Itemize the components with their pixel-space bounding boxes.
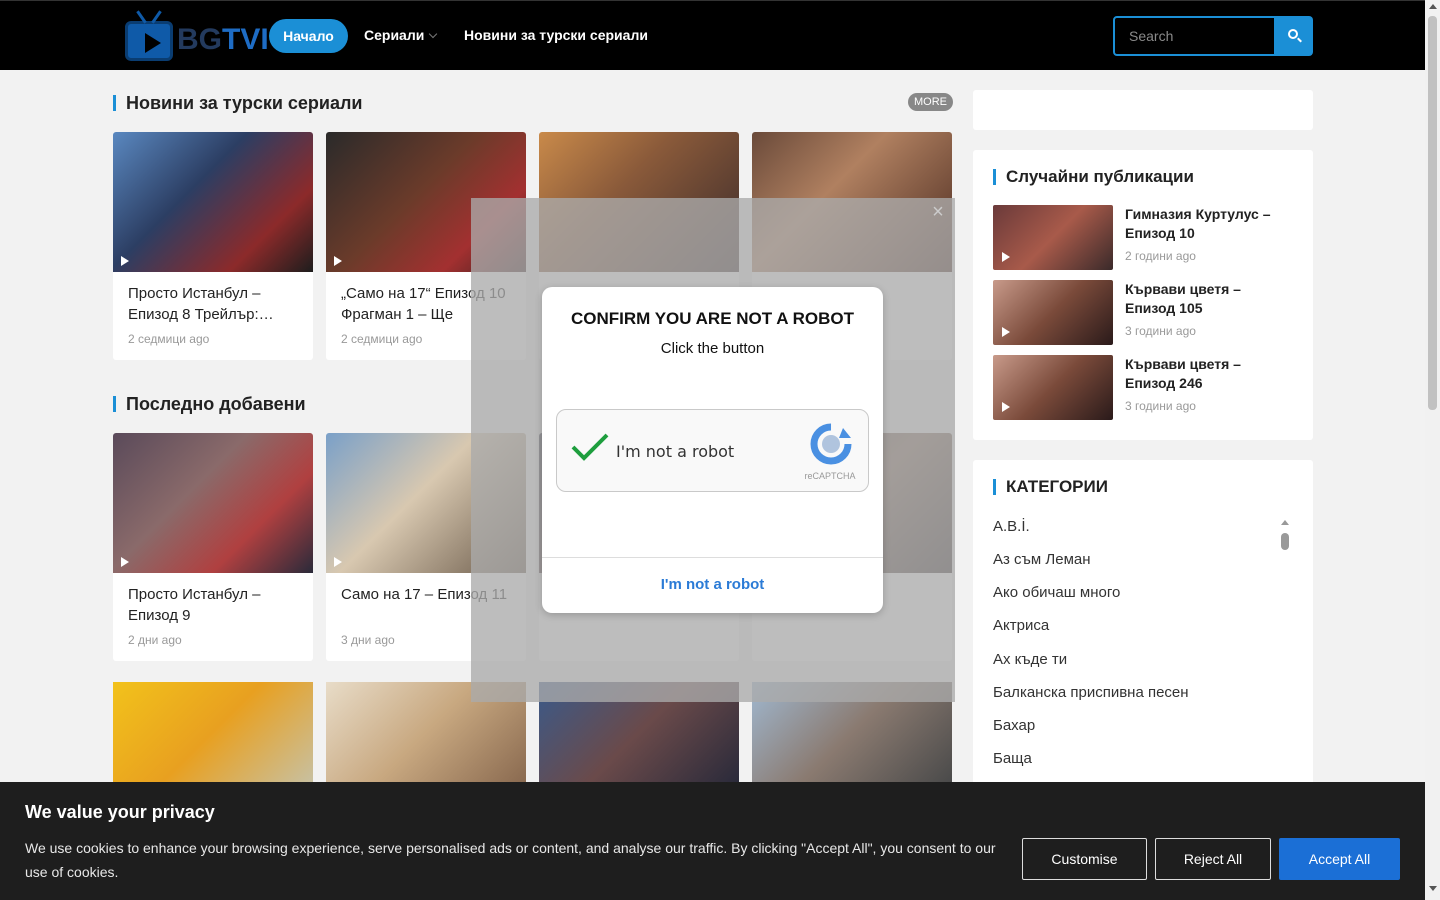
random-posts-widget: Случайни публикации Гимназия Куртулус – … <box>973 150 1313 440</box>
category-link[interactable]: A.B.İ. <box>993 518 1030 535</box>
nav-news-link[interactable]: Новини за турски сериали <box>464 27 648 43</box>
scroll-down-arrow[interactable] <box>1429 886 1437 891</box>
category-link[interactable]: Актриса <box>993 617 1049 634</box>
play-icon <box>1002 252 1010 262</box>
news-card[interactable]: Просто Истанбул – Епизод 8 Трейлър:… 2 с… <box>113 132 313 360</box>
card-date: 2 дни ago <box>128 633 182 647</box>
accept-all-button[interactable]: Accept All <box>1279 838 1400 880</box>
scroll-up-arrow[interactable] <box>1281 520 1289 525</box>
card-title: Просто Истанбул – Епизод 9 <box>128 586 261 624</box>
dialog-divider <box>542 557 883 558</box>
customise-button[interactable]: Customise <box>1022 838 1147 880</box>
dialog-title: CONFIRM YOU ARE NOT A ROBOT <box>570 309 854 328</box>
not-robot-button[interactable]: I'm not a robot <box>542 576 883 593</box>
cookie-banner: We value your privacy We use cookies to … <box>0 782 1425 900</box>
nav-serials-menu[interactable]: Сериали <box>364 27 438 43</box>
post-date: 2 години ago <box>1125 249 1196 263</box>
random-posts-title: Случайни публикации <box>993 168 1194 185</box>
categories-widget: КАТЕГОРИИ A.B.İ. Аз съм Леман Ако обичаш… <box>973 460 1313 790</box>
scrollbar-thumb[interactable] <box>1428 16 1437 410</box>
play-icon <box>121 557 129 567</box>
play-icon <box>121 256 129 266</box>
search-button[interactable] <box>1275 16 1313 56</box>
category-link[interactable]: Ако обичаш много <box>993 584 1120 601</box>
series-tile[interactable] <box>113 682 313 782</box>
post-date: 3 години ago <box>1125 324 1196 338</box>
post-date: 3 години ago <box>1125 399 1196 413</box>
recaptcha-label: I'm not a robot <box>616 442 735 461</box>
card-thumbnail <box>113 132 313 272</box>
search-icon-handle <box>1297 37 1302 43</box>
play-icon <box>334 557 342 567</box>
play-icon <box>145 33 161 53</box>
categories-title: КАТЕГОРИИ <box>993 478 1108 495</box>
categories-scrollbar[interactable] <box>1281 533 1289 550</box>
post-thumbnail <box>993 280 1113 345</box>
post-title: Гимназия Куртулус – Епизод 10 <box>1125 206 1271 241</box>
scroll-up-arrow[interactable] <box>1429 4 1437 9</box>
category-link[interactable]: Баща <box>993 750 1032 767</box>
search-input[interactable] <box>1113 16 1276 56</box>
chevron-down-icon <box>429 29 438 39</box>
reject-all-button[interactable]: Reject All <box>1155 838 1271 880</box>
recaptcha-widget[interactable]: I'm not a robot reCAPTCHA <box>556 409 869 492</box>
recaptcha-logo-icon <box>810 423 852 465</box>
play-icon <box>1002 402 1010 412</box>
site-logo[interactable]: BGTVI <box>123 9 269 65</box>
dialog-subtitle: Click the button <box>660 340 765 357</box>
checkmark-icon <box>571 433 609 461</box>
category-link[interactable]: Балканска приспивна песен <box>993 684 1189 701</box>
category-link[interactable]: Бахар <box>993 717 1035 734</box>
random-post-item[interactable]: Гимназия Куртулус – Епизод 10 2 години a… <box>993 205 1293 270</box>
category-link[interactable]: Ах къде ти <box>993 651 1067 668</box>
random-post-item[interactable]: Кървави цветя – Епизод 246 3 години ago <box>993 355 1293 420</box>
card-date: 2 седмици ago <box>341 332 423 346</box>
sidebar-ad-box <box>973 90 1313 130</box>
more-button[interactable]: MORE <box>908 93 953 111</box>
cookie-title: We value your privacy <box>25 802 215 822</box>
close-icon[interactable]: × <box>928 202 948 222</box>
post-title: Кървави цветя – Епизод 246 <box>1125 356 1241 391</box>
random-post-item[interactable]: Кървави цветя – Епизод 105 3 години ago <box>993 280 1293 345</box>
latest-card[interactable]: Просто Истанбул – Епизод 9 2 дни ago <box>113 433 313 661</box>
latest-section-title: Последно добавени <box>113 395 306 413</box>
page-scrollbar[interactable] <box>1425 0 1440 900</box>
search-form <box>1113 16 1313 56</box>
card-date: 2 седмици ago <box>128 332 210 346</box>
news-section-title: Новини за турски сериали <box>113 94 363 112</box>
card-thumbnail <box>113 433 313 573</box>
site-header: BGTVI Начало Сериали Новини за турски се… <box>0 0 1425 70</box>
logo-text: BGTVI <box>177 23 269 56</box>
nav-serials-label: Сериали <box>364 27 425 43</box>
tv-icon <box>125 21 173 61</box>
card-date: 3 дни ago <box>341 633 395 647</box>
captcha-dialog: CONFIRM YOU ARE NOT A ROBOT Click the bu… <box>542 287 883 613</box>
post-title: Кървави цветя – Епизод 105 <box>1125 281 1241 316</box>
cookie-text: We use cookies to enhance your browsing … <box>25 840 996 880</box>
post-thumbnail <box>993 355 1113 420</box>
play-icon <box>1002 327 1010 337</box>
play-icon <box>334 256 342 266</box>
category-link[interactable]: Аз съм Леман <box>993 551 1091 568</box>
post-thumbnail <box>993 205 1113 270</box>
recaptcha-brand: reCAPTCHA <box>804 471 856 481</box>
nav-home-button[interactable]: Начало <box>269 19 348 53</box>
card-title: Просто Истанбул – Епизод 8 Трейлър:… <box>128 285 274 323</box>
